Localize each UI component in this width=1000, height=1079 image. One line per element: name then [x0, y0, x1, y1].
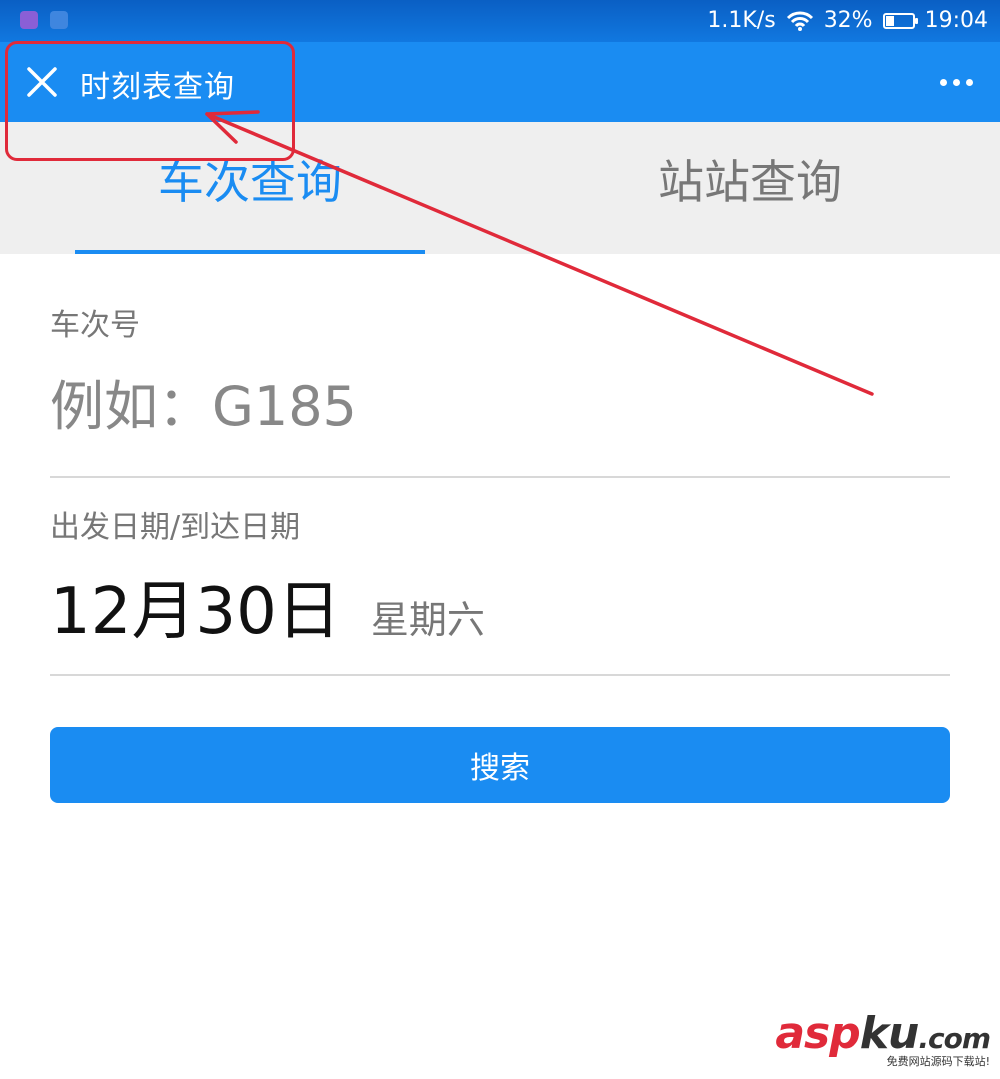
battery-icon [882, 12, 918, 29]
more-dots-icon [966, 78, 973, 86]
annotation-highlight-box [5, 41, 295, 161]
train-number-input[interactable] [50, 368, 950, 444]
weekday-value: 星期六 [370, 598, 485, 642]
train-number-label: 车次号 [50, 300, 950, 344]
search-button[interactable]: 搜索 [50, 727, 950, 803]
date-value: 12月30日 [50, 575, 341, 649]
tab-station-query[interactable]: 站站查询 [500, 122, 1000, 254]
status-right: 1.1K/s 32% 19:04 [707, 8, 988, 33]
more-dots-icon [940, 78, 947, 86]
watermark-part1: asp [775, 1008, 860, 1059]
status-time: 19:04 [924, 8, 988, 33]
more-dots-icon [953, 78, 960, 86]
date-label-text: 出发日期/到达日期 [50, 510, 301, 545]
battery-fill [885, 15, 894, 26]
watermark-logo: aspku.com 免费网站源码下载站! [775, 1008, 991, 1069]
watermark-main: aspku.com [775, 1008, 991, 1059]
gallery-icon [20, 11, 38, 29]
date-label: 出发日期/到达日期 [50, 502, 950, 546]
tab-active-indicator [75, 250, 425, 254]
watermark-part3: .com [918, 1022, 991, 1055]
network-speed: 1.1K/s [707, 8, 776, 33]
battery-percent: 32% [823, 8, 873, 33]
more-button[interactable] [940, 70, 980, 94]
watermark-part2: ku [859, 1008, 920, 1059]
train-number-label-text: 车次号 [50, 308, 140, 343]
status-bar: 1.1K/s 32% 19:04 [0, 0, 1000, 42]
status-left [20, 11, 68, 29]
wifi-icon [786, 11, 813, 31]
divider [50, 476, 950, 478]
date-selector[interactable]: 12月30日 星期六 [50, 560, 485, 652]
divider [50, 674, 950, 676]
notification-icon [50, 11, 68, 29]
